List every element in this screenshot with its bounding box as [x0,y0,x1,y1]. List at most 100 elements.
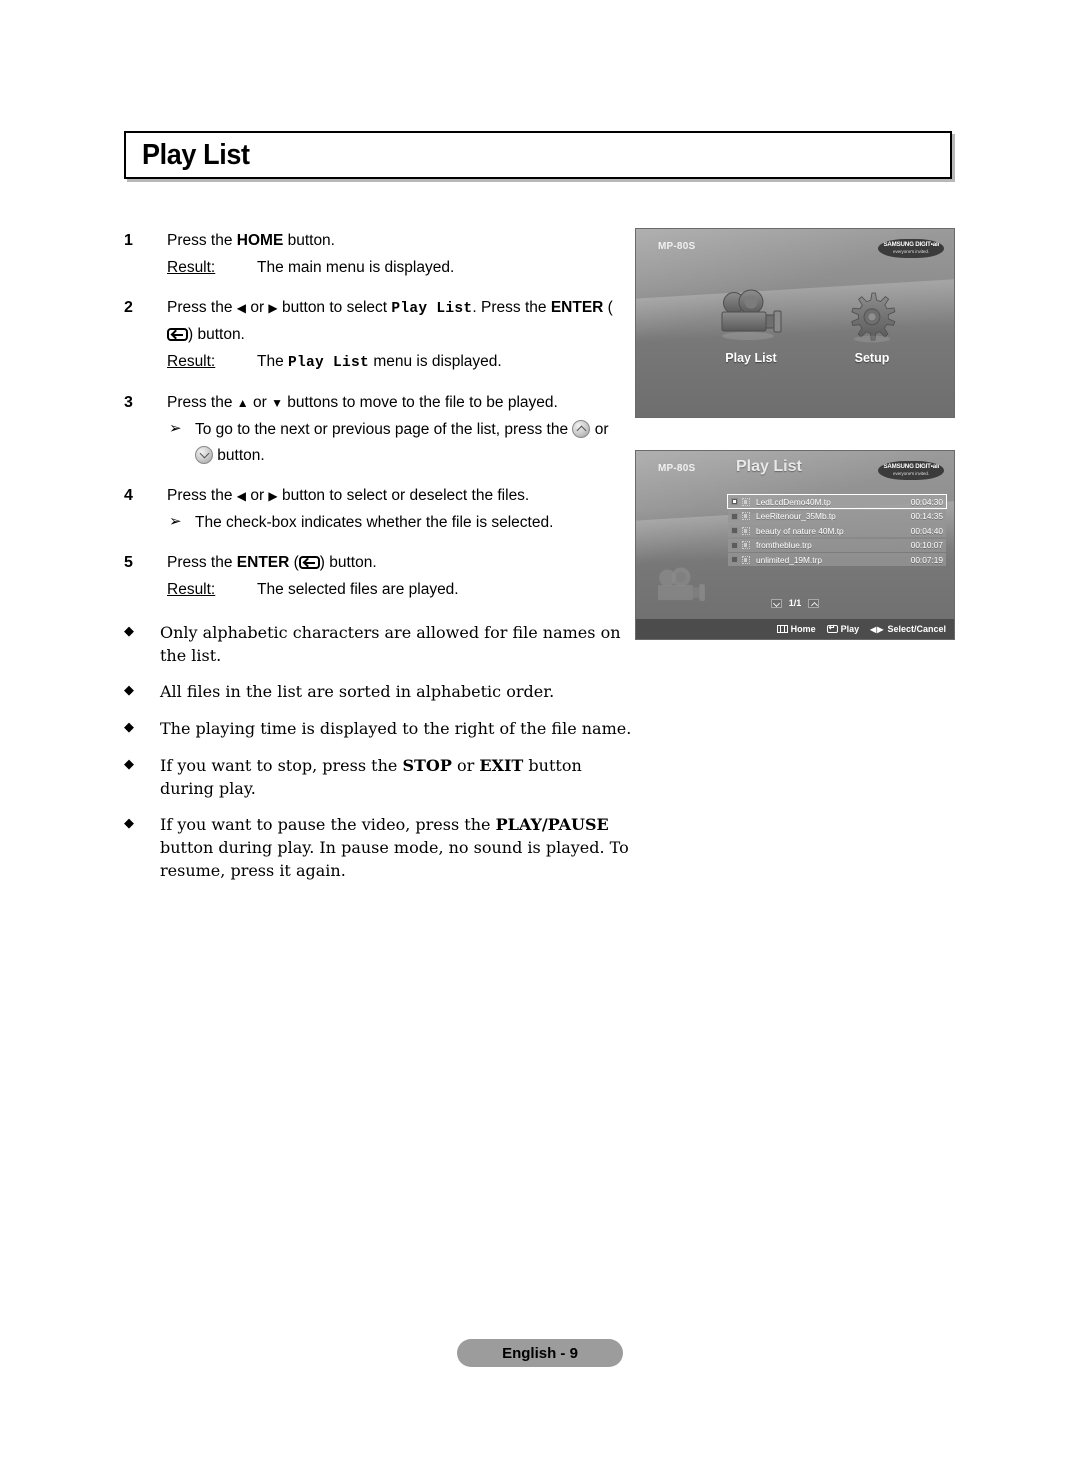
direction-glyph: ▲ [236,396,249,411]
page-down-icon[interactable] [770,598,782,608]
body-text: The main menu is displayed. [257,259,455,277]
step-3: 3 Press the ▲ or ▼ buttons to move to the… [124,390,624,467]
circle-up-icon [572,420,591,439]
body-text: or [248,394,272,412]
body-text: menu is displayed. [369,352,502,370]
action-select-cancel[interactable]: ◀▶ Select/Cancel [870,624,946,634]
body-text: buttons to move to the file to be played… [282,394,558,412]
left-right-icon: ◀▶ [870,624,885,634]
note-text: If you want to stop, press the STOP or E… [160,755,634,800]
step-5: 5 Press the ENTER () button. Result: The se… [124,550,624,602]
body-text: To go to the next or previous page of th… [195,421,573,439]
camcorder-watermark-icon [650,566,712,617]
step-number: 1 [124,232,133,249]
enter-icon [167,327,188,341]
arrow-bullet-icon: ➢ [169,420,182,438]
file-checkbox[interactable] [731,498,738,505]
step-instruction: Press the ◀ or ▶ button to select or des… [167,483,624,508]
screen-action-bar: Home Play ◀▶ Select/Cancel [636,619,954,639]
menu-item-play-list[interactable]: Play List [696,287,806,365]
file-type-icon [742,541,750,549]
body-text: The check-box indicates whether the file… [195,513,554,531]
note-item: ◆ Only alphabetic characters are allowed … [124,622,634,667]
file-list-row[interactable]: beauty of nature 40M.tp 00:04:40 [728,524,946,537]
step-result: Result: The Play List menu is displayed. [167,349,624,375]
body-text: button to select or deselect the files. [277,486,530,504]
note-item: ◆ If you want to pause the video, press t… [124,814,634,882]
body-text: button. [283,232,335,249]
step-number: 3 [124,394,133,412]
file-checkbox[interactable] [731,541,738,549]
code-text: Play List [391,301,473,318]
body-text: The selected files are played. [257,580,459,598]
emphasis-text: STOP [402,755,452,775]
samsung-logo-line2: everyone's invited. [892,470,929,476]
pagination-control[interactable]: 1/1 [636,598,954,608]
file-list-row[interactable]: LeeRitenour_35Mb.tp 00:14:35 [728,509,946,523]
file-checkbox[interactable] [731,512,738,520]
body-text: Press the [167,394,237,412]
emphasis-text: ENTER [236,553,290,571]
direction-glyph: ▶ [268,488,278,503]
body-text: If you want to stop, press the [160,755,403,775]
step-body: Press the ◀ or ▶ button to select or des… [167,483,624,535]
step-1: 1 Press the HOME button. Result: The main m… [124,228,624,280]
menu-item-play-list-label: Play List [725,351,777,365]
step-instruction: Press the ◀ or ▶ button to select Play L… [167,295,624,347]
file-list[interactable]: LedLcdDemo40M.tp 00:04:30 LeeRitenour_35Mb… [727,494,947,568]
menu-item-setup[interactable]: Setup [824,287,920,365]
step-body: Press the HOME button. Result: The main me… [167,228,624,280]
page-up-icon[interactable] [808,598,820,608]
emphasis-text: HOME [236,232,284,249]
step-body: Press the ▲ or ▼ buttons to move to the … [167,390,624,467]
note-text: Only alphabetic characters are allowed f… [160,622,634,667]
action-home[interactable]: Home [776,624,816,634]
file-name: beauty of nature 40M.tp [756,525,844,536]
body-text: button during play. In pause mode, no so… [160,838,629,880]
page-title: Play List [142,138,250,171]
file-list-row[interactable]: unlimited_19M.trp 00:07:19 [728,553,946,566]
samsung-logo: SAMSUNG DIGIT•all everyone's invited. [878,461,944,480]
result-text: The Play List menu is displayed. [257,349,502,375]
body-text: The playing time is displayed to the rig… [160,719,632,739]
note-item: ◆ All files in the list are sorted in alp… [124,681,634,704]
file-list-row[interactable]: fromtheblue.trp 00:10:07 [728,538,946,552]
result-text: The selected files are played. [257,577,459,602]
file-list-row[interactable]: LedLcdDemo40M.tp 00:04:30 [727,494,947,509]
page-indicator: 1/1 [788,598,802,608]
device-model-label: MP-80S [658,241,696,252]
diamond-bullet-icon: ◆ [124,624,134,639]
file-type-icon [742,555,750,564]
page-footer-badge: English - 9 [457,1339,623,1367]
body-text: Press the [167,486,237,504]
diamond-bullet-icon: ◆ [124,756,134,772]
body-text: . Press the [472,299,551,317]
action-play[interactable]: Play [826,624,859,634]
body-text: or [246,486,269,504]
file-type-icon [742,512,750,520]
note-item: ◆ The playing time is displayed to the ri… [124,718,634,741]
step-subnote: ➢ To go to the next or previous page of t… [167,417,624,467]
screen-title: Play List [736,458,802,475]
screenshot-play-list: MP-80S Play List SAMSUNG DIGIT•all every… [635,450,955,640]
body-text: button. [213,446,265,464]
step-number: 5 [124,553,133,571]
body-text: or [451,755,480,775]
result-label: Result: [167,259,216,277]
enter-icon [826,624,838,633]
direction-glyph: ◀ [236,488,247,503]
subnote-text: To go to the next or previous page of th… [195,417,624,467]
file-checkbox[interactable] [731,527,738,534]
body-text: Press the [167,232,237,249]
direction-glyph: ▶ [268,301,278,316]
file-checkbox[interactable] [731,556,738,563]
step-instruction: Press the ENTER () button. [167,550,624,575]
camcorder-icon [696,287,806,347]
step-subnote: ➢ The check-box indicates whether the fil… [167,510,624,535]
action-select-cancel-label: Select/Cancel [887,624,946,634]
action-home-label: Home [790,624,816,634]
result-label: Result: [167,352,216,370]
home-icon [776,625,788,633]
file-duration: 00:04:40 [910,525,943,536]
body-text: All files in the list are sorted in alph… [160,682,555,702]
